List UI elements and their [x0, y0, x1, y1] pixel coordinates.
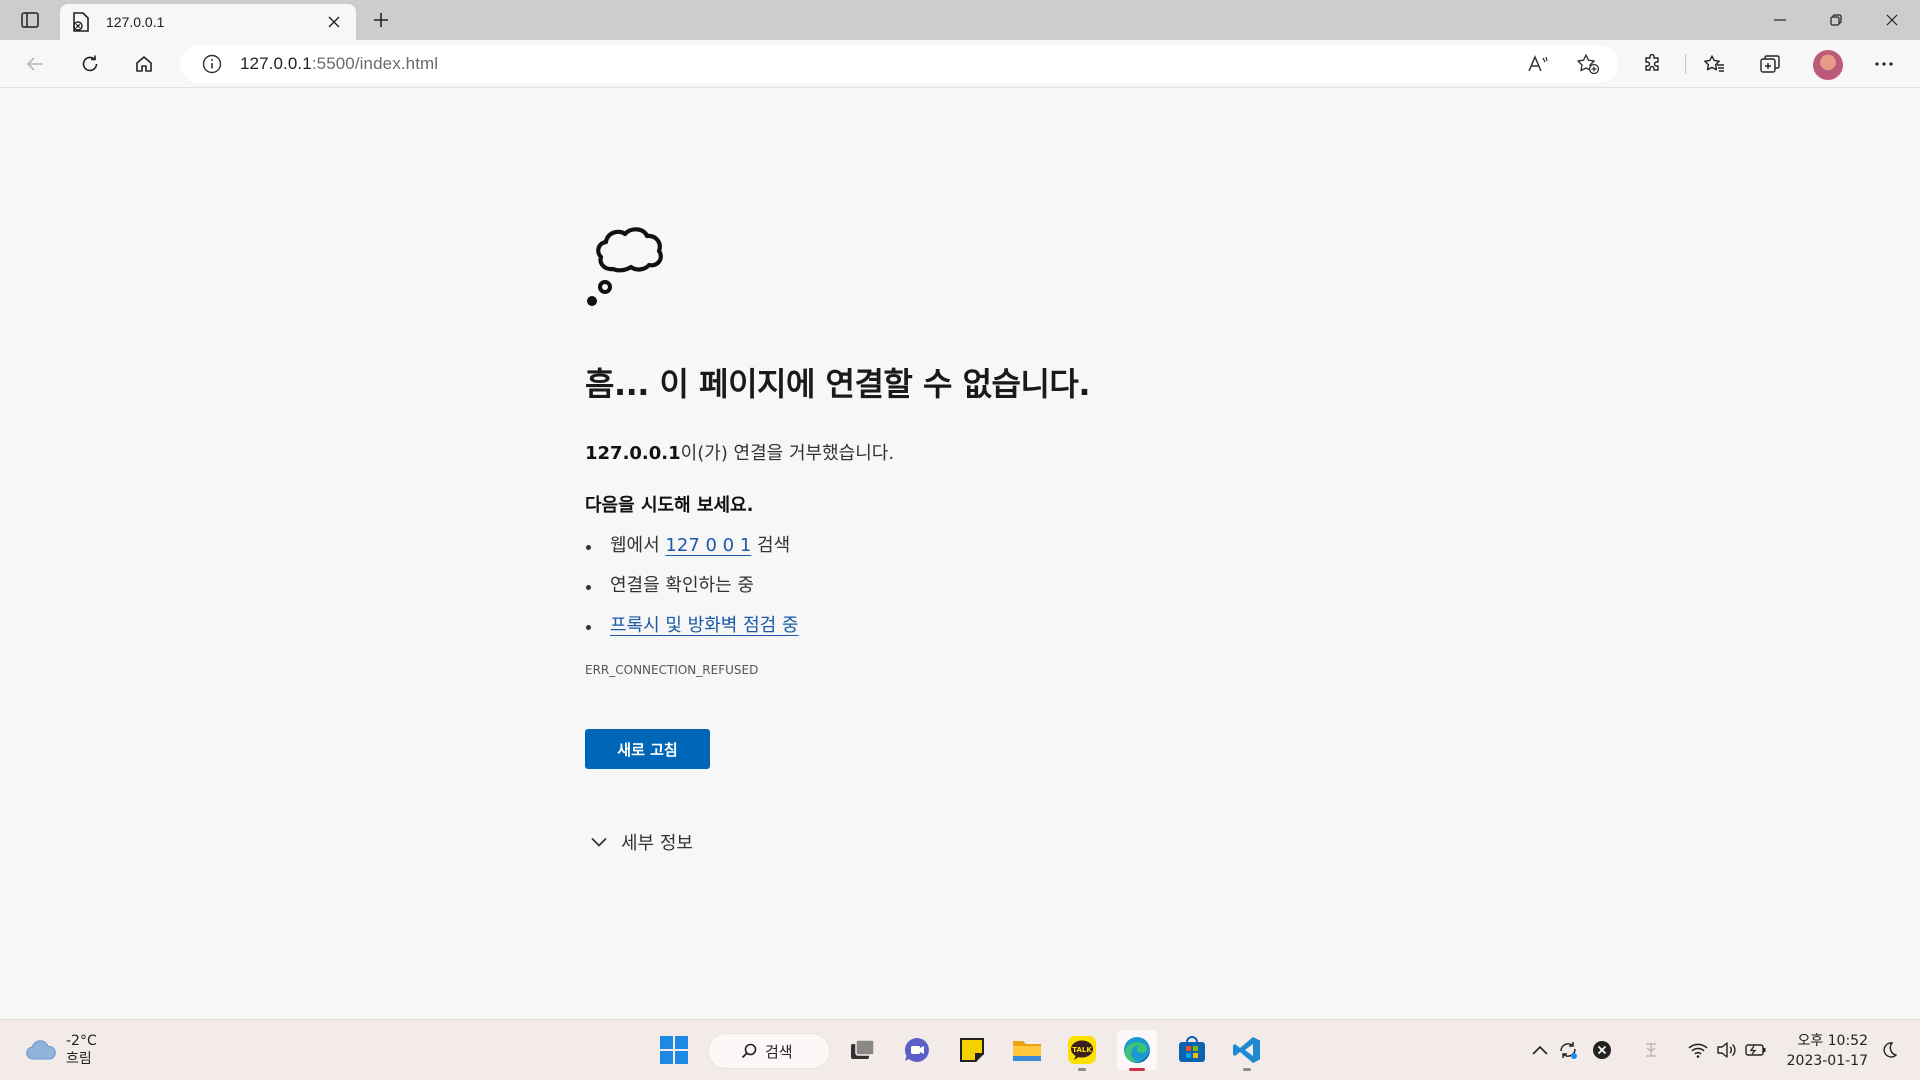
web-search-suffix: 검색 — [757, 535, 791, 556]
page-content: 흠... 이 페이지에 연결할 수 없습니다. 127.0.0.1이(가) 연결… — [0, 89, 1920, 1019]
tab-actions-icon[interactable] — [14, 6, 46, 34]
chat-icon[interactable] — [897, 1030, 937, 1070]
sync-icon[interactable] — [1556, 1038, 1580, 1062]
try-heading: 다음을 시도해 보세요. — [585, 495, 754, 516]
moon-icon[interactable] — [1877, 1038, 1901, 1062]
add-favorite-icon[interactable] — [1570, 48, 1606, 80]
vscode-icon[interactable] — [1227, 1030, 1267, 1071]
details-label: 세부 정보 — [621, 833, 693, 854]
list-item: 연결을 확인하는 중 — [585, 571, 1305, 611]
file-explorer-icon[interactable] — [1007, 1030, 1047, 1070]
weather-temp: -2°C — [66, 1033, 97, 1049]
active-indicator — [1129, 1068, 1145, 1071]
list-item: 웹에서 127 0 0 1 검색 — [585, 531, 1305, 571]
list-item: 프록시 및 방화벽 점검 중 — [585, 611, 1305, 651]
window-controls — [1752, 0, 1920, 40]
edge-icon[interactable] — [1117, 1030, 1157, 1071]
task-view-icon[interactable] — [842, 1030, 882, 1070]
back-arrow-icon[interactable] — [17, 48, 53, 80]
reload-button[interactable]: 새로 고침 — [585, 729, 710, 769]
clock-date: 2023-01-17 — [1786, 1053, 1868, 1069]
refresh-icon[interactable] — [72, 48, 108, 80]
battery-icon[interactable] — [1744, 1038, 1768, 1062]
tab-strip: 127.0.0.1 — [0, 0, 1920, 40]
browser-toolbar: 127.0.0.1:5500/index.html — [0, 40, 1920, 88]
favorites-icon[interactable] — [1696, 48, 1732, 80]
clock-time: 오후 10:52 — [1797, 1033, 1868, 1049]
toolbar-separator — [1685, 54, 1686, 74]
address-bar[interactable]: 127.0.0.1:5500/index.html — [180, 45, 1618, 83]
info-icon[interactable] — [200, 52, 224, 76]
broken-page-icon — [70, 11, 92, 33]
volume-icon[interactable] — [1714, 1038, 1738, 1062]
restore-icon[interactable] — [1808, 0, 1864, 40]
active-tab[interactable]: 127.0.0.1 — [60, 4, 356, 40]
search-label: 검색 — [765, 1042, 793, 1061]
check-connection-text: 연결을 확인하는 중 — [610, 575, 754, 596]
details-toggle[interactable]: 세부 정보 — [585, 829, 1305, 855]
kakaotalk-icon[interactable]: TALK — [1062, 1030, 1102, 1071]
tab-title: 127.0.0.1 — [106, 14, 165, 30]
error-panel: 흠... 이 페이지에 연결할 수 없습니다. 127.0.0.1이(가) 연결… — [585, 217, 1305, 855]
weather-condition: 흐림 — [66, 1051, 92, 1067]
web-search-link[interactable]: 127 0 0 1 — [665, 535, 751, 556]
error-description: 127.0.0.1이(가) 연결을 거부했습니다. — [585, 439, 1305, 465]
url-text[interactable]: 127.0.0.1:5500/index.html — [240, 54, 438, 74]
running-indicator — [1078, 1068, 1086, 1071]
close-circle-icon[interactable] — [1590, 1038, 1614, 1062]
profile-avatar[interactable] — [1813, 50, 1843, 80]
web-search-prefix: 웹에서 — [610, 535, 660, 556]
running-indicator — [1243, 1068, 1251, 1071]
error-description-text: 이(가) 연결을 거부했습니다. — [680, 443, 895, 464]
read-aloud-icon[interactable] — [1520, 48, 1556, 80]
thought-cloud-icon — [585, 217, 677, 309]
search-icon — [741, 1043, 757, 1059]
minimize-icon[interactable] — [1752, 0, 1808, 40]
plus-icon[interactable] — [366, 6, 396, 34]
error-code: ERR_CONNECTION_REFUSED — [585, 663, 759, 677]
close-icon[interactable] — [322, 10, 346, 34]
taskbar: -2°C 흐림 검색 TALK 오후 10:52 2023-01-17 — [0, 1019, 1920, 1080]
error-host: 127.0.0.1 — [585, 443, 681, 464]
store-icon[interactable] — [1172, 1030, 1212, 1070]
taskbar-clock[interactable]: 오후 10:52 2023-01-17 — [1787, 1031, 1868, 1071]
puzzle-icon[interactable] — [1634, 48, 1670, 80]
windows-start-icon[interactable] — [654, 1030, 694, 1070]
chevron-up-icon[interactable] — [1528, 1038, 1552, 1062]
hidden-app-icon[interactable] — [1639, 1038, 1663, 1062]
more-icon[interactable] — [1866, 48, 1902, 80]
cloud-weather-icon — [24, 1038, 58, 1062]
chevron-down-icon — [591, 837, 607, 847]
url-path: :5500/index.html — [311, 54, 439, 73]
window-close-icon[interactable] — [1864, 0, 1920, 40]
home-icon[interactable] — [126, 48, 162, 80]
url-host: 127.0.0.1 — [240, 54, 312, 73]
error-title: 흠... 이 페이지에 연결할 수 없습니다. — [585, 365, 1091, 403]
kakao-label: TALK — [1072, 1046, 1092, 1054]
sticky-notes-icon[interactable] — [952, 1030, 992, 1070]
suggestion-list: 웹에서 127 0 0 1 검색 연결을 확인하는 중 프록시 및 방화벽 점검… — [585, 531, 1305, 651]
collections-icon[interactable] — [1752, 48, 1788, 80]
taskbar-search[interactable]: 검색 — [708, 1033, 830, 1069]
wifi-icon[interactable] — [1686, 1038, 1710, 1062]
weather-widget[interactable]: -2°C 흐림 — [24, 1032, 97, 1068]
proxy-firewall-link[interactable]: 프록시 및 방화벽 점검 중 — [610, 615, 799, 636]
